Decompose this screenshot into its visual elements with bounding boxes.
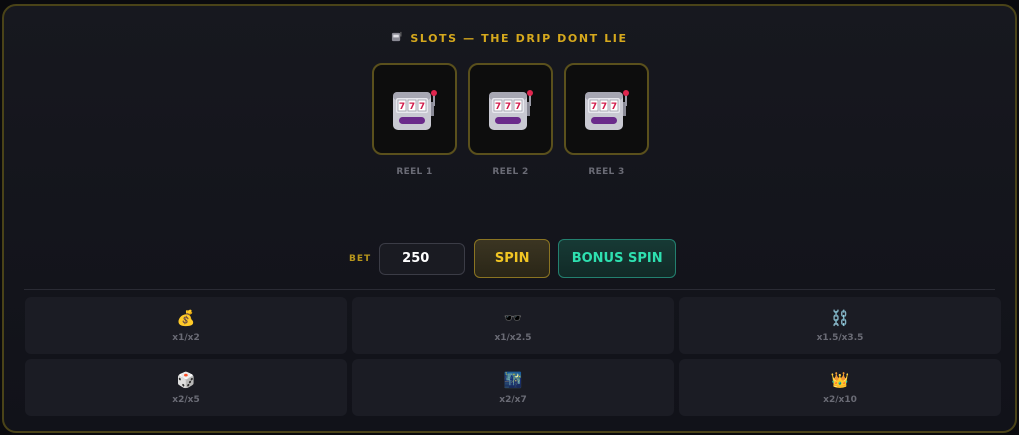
reel-column-2: 7 7 7 REEL 2 (468, 63, 553, 177)
reel-label-1: REEL 1 (396, 167, 433, 177)
bet-input[interactable] (379, 242, 466, 275)
reel-1: 7 7 7 (372, 63, 457, 155)
reels: 7 7 7 REEL 1 7 7 7 REEL 2 7 7 7 REEL 3 (372, 63, 649, 177)
paytable-cell-chain: ⛓️ x1.5/x3.5 (679, 297, 1001, 354)
reel-label-3: REEL 3 (588, 167, 625, 177)
paytable: 💰 x1/x2 🕶️ x1/x2.5 ⛓️ x1.5/x3.5 🎲 x2/x5 … (25, 297, 1002, 416)
paytable-cell-night-city: 🌃 x2/x7 (352, 359, 674, 416)
reel-column-1: 7 7 7 REEL 1 (372, 63, 457, 177)
reel-3: 7 7 7 (564, 63, 649, 155)
paytable-multiplier: x1/x2.5 (494, 333, 532, 343)
svg-text:7: 7 (494, 102, 500, 112)
dice-icon: 🎲 (176, 371, 196, 389)
paytable-multiplier: x2/x10 (823, 395, 857, 405)
svg-text:7: 7 (504, 102, 510, 112)
svg-text:7: 7 (408, 102, 414, 112)
paytable-cell-crown: 👑 x2/x10 (679, 359, 1001, 416)
night-city-icon: 🌃 (503, 371, 523, 389)
paytable-cell-dice: 🎲 x2/x5 (25, 359, 347, 416)
svg-text:7: 7 (590, 102, 596, 112)
slots-title: SLOTS — THE DRIP DONT LIE (4, 31, 1015, 45)
slot-machine-icon: 7 7 7 (392, 90, 437, 130)
reel-column-3: 7 7 7 REEL 3 (564, 63, 649, 177)
paytable-multiplier: x1/x2 (172, 333, 200, 343)
slot-machine-icon (391, 31, 402, 45)
slots-panel: SLOTS — THE DRIP DONT LIE 7 7 7 REEL 1 7… (2, 4, 1017, 433)
svg-text:7: 7 (600, 102, 606, 112)
svg-text:7: 7 (418, 102, 424, 112)
slot-machine-icon: 7 7 7 (488, 90, 533, 130)
svg-text:7: 7 (398, 102, 404, 112)
chain-icon: ⛓️ (830, 309, 850, 327)
svg-text:7: 7 (610, 102, 616, 112)
paytable-multiplier: x1.5/x3.5 (816, 333, 864, 343)
reel-label-2: REEL 2 (492, 167, 529, 177)
money-bag-icon: 💰 (176, 309, 196, 327)
paytable-cell-sunglasses: 🕶️ x1/x2.5 (352, 297, 674, 354)
paytable-multiplier: x2/x7 (499, 395, 527, 405)
divider (24, 289, 995, 290)
paytable-cell-money-bag: 💰 x1/x2 (25, 297, 347, 354)
bet-label: BET (349, 253, 372, 264)
sunglasses-icon: 🕶️ (503, 309, 523, 327)
slot-machine-icon: 7 7 7 (584, 90, 629, 130)
svg-text:7: 7 (514, 102, 520, 112)
spin-button[interactable]: SPIN (474, 239, 551, 278)
reel-2: 7 7 7 (468, 63, 553, 155)
paytable-multiplier: x2/x5 (172, 395, 200, 405)
slots-title-text: SLOTS — THE DRIP DONT LIE (410, 31, 628, 45)
crown-icon: 👑 (830, 371, 850, 389)
bonus-spin-button[interactable]: BONUS SPIN (558, 239, 677, 278)
spin-controls: BET SPIN BONUS SPIN (349, 239, 677, 278)
